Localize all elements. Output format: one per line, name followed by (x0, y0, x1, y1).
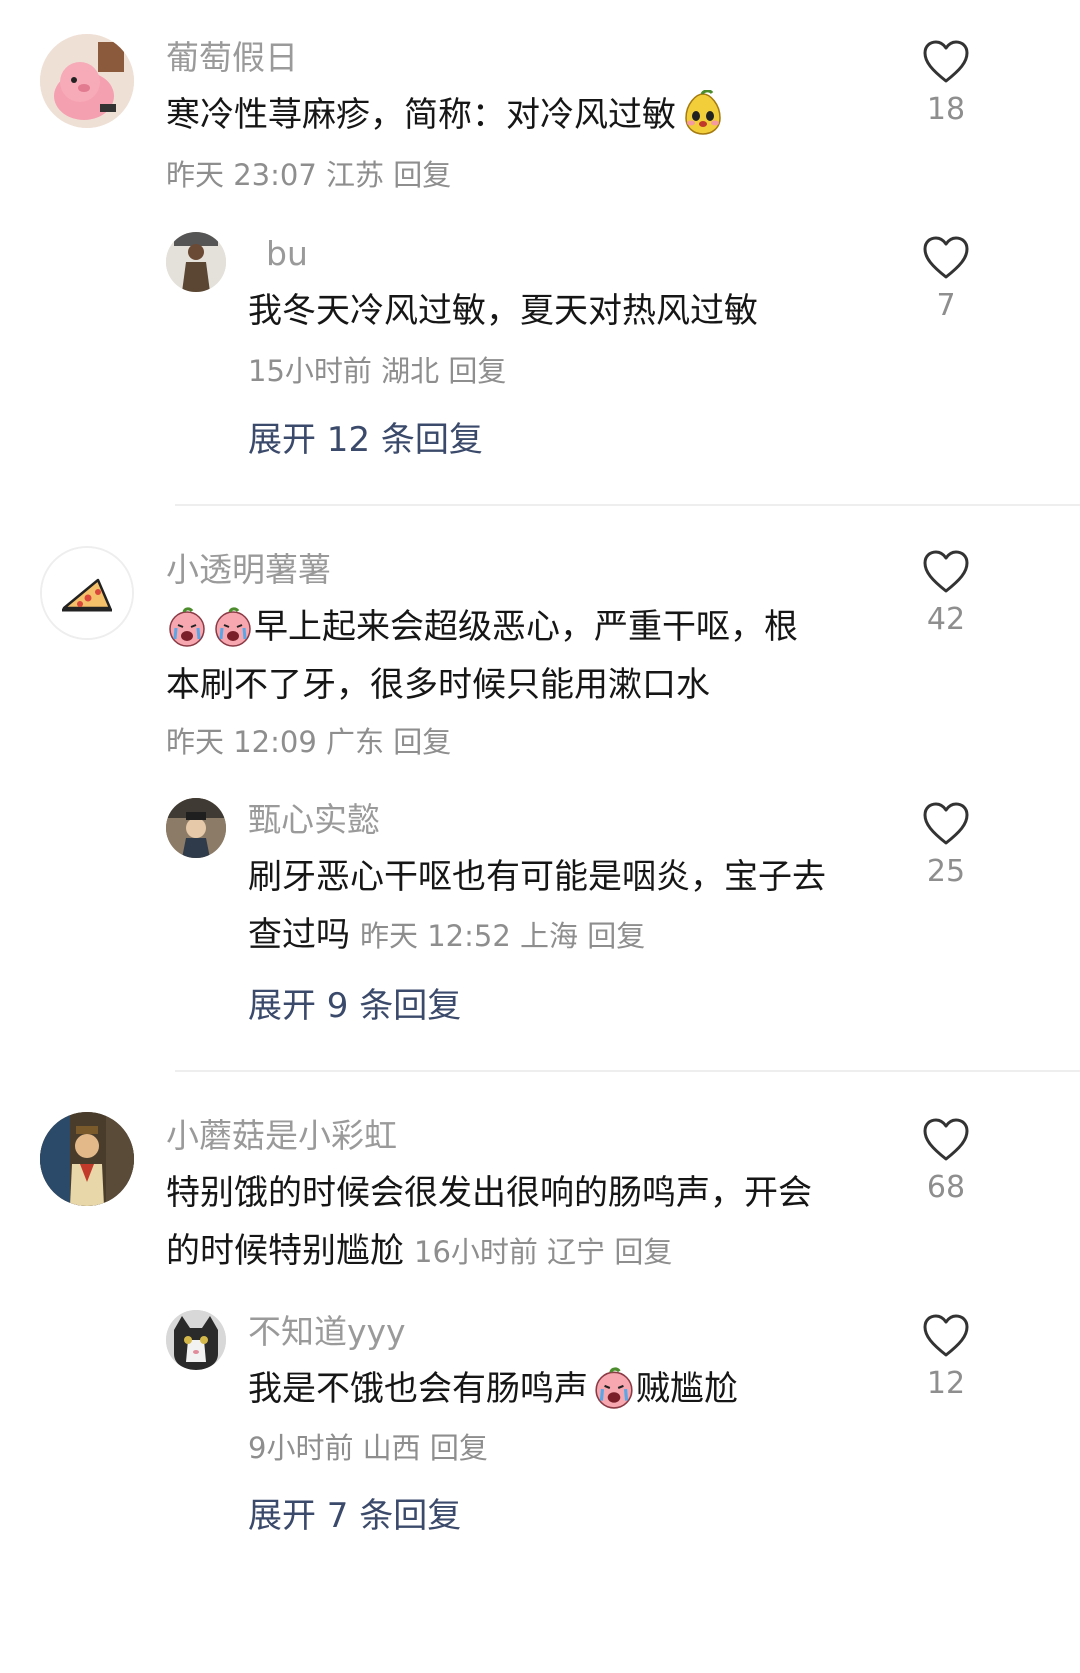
comment-username[interactable]: 小蘑菇是小彩虹 (166, 1116, 397, 1156)
reply-location: 上海 (520, 919, 579, 953)
comment-username[interactable]: 葡萄假日 (166, 38, 298, 78)
comment-meta: 昨天 23:07 江苏 回复 (166, 155, 451, 195)
reply-button[interactable]: 回复 (393, 725, 451, 759)
comment-location: 辽宁 (547, 1235, 606, 1269)
reply-button[interactable]: 回复 (448, 354, 506, 388)
reply-text: 刷牙恶心干呕也有可能是咽炎，宝子去 查过吗 昨天 12:52 上海 回复 (248, 848, 826, 965)
reply-location: 湖北 (381, 354, 440, 388)
reply-text-line: 查过吗 (248, 915, 350, 955)
avatar[interactable] (40, 1112, 134, 1206)
reply-text-after: 贼尴尬 (636, 1369, 738, 1409)
comment-text-content: 寒冷性荨麻疹，简称：对冷风过敏 (166, 95, 676, 135)
comment-location: 广东 (326, 725, 385, 759)
like-button[interactable]: 68 (906, 1118, 986, 1208)
comment-text: 特别饿的时候会很发出很响的肠鸣声，开会 的时候特别尴尬 16小时前 辽宁 回复 (166, 1164, 812, 1281)
like-count: 7 (936, 288, 956, 323)
avatar[interactable] (166, 232, 226, 292)
avatar[interactable] (166, 1310, 226, 1370)
comment-text-line: 的时候特别尴尬 (166, 1231, 404, 1271)
like-button[interactable]: 25 (906, 802, 986, 892)
expand-replies-button[interactable]: 展开 9 条回复 (248, 984, 461, 1028)
reply-button[interactable]: 回复 (430, 1431, 488, 1465)
comment-username[interactable]: 小透明薯薯 (166, 550, 331, 590)
crying-face-emoji-icon (212, 606, 254, 648)
reply-username[interactable]: bu (266, 234, 308, 274)
crying-face-emoji-icon (166, 606, 208, 648)
reply-button[interactable]: 回复 (614, 1235, 672, 1269)
like-count: 12 (926, 1366, 966, 1401)
comment-time: 16小时前 (414, 1235, 538, 1269)
comment-time: 昨天 23:07 (166, 158, 317, 192)
reply-location: 山西 (362, 1431, 421, 1465)
comment-time: 昨天 12:09 (166, 725, 317, 759)
pear-face-emoji-icon (680, 90, 726, 136)
heart-icon (923, 1118, 969, 1161)
reply-time: 昨天 12:52 (360, 919, 511, 953)
divider (175, 504, 1080, 506)
reply-username[interactable]: 甄心实懿 (248, 800, 380, 840)
heart-icon (923, 550, 969, 593)
reply-text: 我是不饿也会有肠鸣声 贼尴尬 (248, 1360, 738, 1418)
avatar[interactable] (166, 798, 226, 858)
reply-text: 我冬天冷风过敏，夏天对热风过敏 (248, 291, 758, 331)
comment-text-line: 本刷不了牙，很多时候只能用漱口水 (166, 665, 710, 705)
heart-icon (923, 802, 969, 845)
heart-icon (923, 236, 969, 279)
like-button[interactable]: 7 (906, 236, 986, 326)
like-button[interactable]: 18 (906, 40, 986, 130)
reply-time: 15小时前 (248, 354, 372, 388)
heart-icon (923, 40, 969, 83)
like-count: 18 (926, 92, 966, 127)
reply-meta: 15小时前 湖北 回复 (248, 351, 506, 391)
comment-text: 寒冷性荨麻疹，简称：对冷风过敏 (166, 86, 726, 144)
reply-username[interactable]: 不知道yyy (248, 1312, 406, 1352)
like-button[interactable]: 12 (906, 1314, 986, 1404)
avatar[interactable] (40, 546, 134, 640)
comment-text: 早上起来会超级恶心，严重干呕，根 本刷不了牙，很多时候只能用漱口水 (166, 598, 798, 714)
comment-meta: 昨天 12:09 广东 回复 (166, 722, 451, 762)
like-count: 25 (926, 854, 966, 889)
reply-button[interactable]: 回复 (393, 158, 451, 192)
reply-time: 9小时前 (248, 1431, 354, 1465)
reply-meta: 昨天 12:52 上海 回复 (360, 919, 645, 953)
reply-text-before: 我是不饿也会有肠鸣声 (248, 1369, 588, 1409)
comment-meta: 16小时前 辽宁 回复 (414, 1235, 672, 1269)
like-button[interactable]: 42 (906, 550, 986, 640)
expand-replies-button[interactable]: 展开 12 条回复 (248, 418, 483, 462)
crying-face-emoji-icon (592, 1366, 636, 1410)
expand-replies-button[interactable]: 展开 7 条回复 (248, 1494, 461, 1538)
comment-location: 江苏 (326, 158, 385, 192)
like-count: 42 (926, 602, 966, 637)
heart-icon (923, 1314, 969, 1357)
like-count: 68 (926, 1170, 966, 1205)
divider (175, 1070, 1080, 1072)
comment-text-line: 早上起来会超级恶心，严重干呕，根 (254, 607, 798, 647)
comment-text-line: 特别饿的时候会很发出很响的肠鸣声，开会 (166, 1173, 812, 1213)
reply-button[interactable]: 回复 (587, 919, 645, 953)
avatar[interactable] (40, 34, 134, 128)
reply-meta: 9小时前 山西 回复 (248, 1428, 488, 1468)
reply-text-line: 刷牙恶心干呕也有可能是咽炎，宝子去 (248, 857, 826, 897)
